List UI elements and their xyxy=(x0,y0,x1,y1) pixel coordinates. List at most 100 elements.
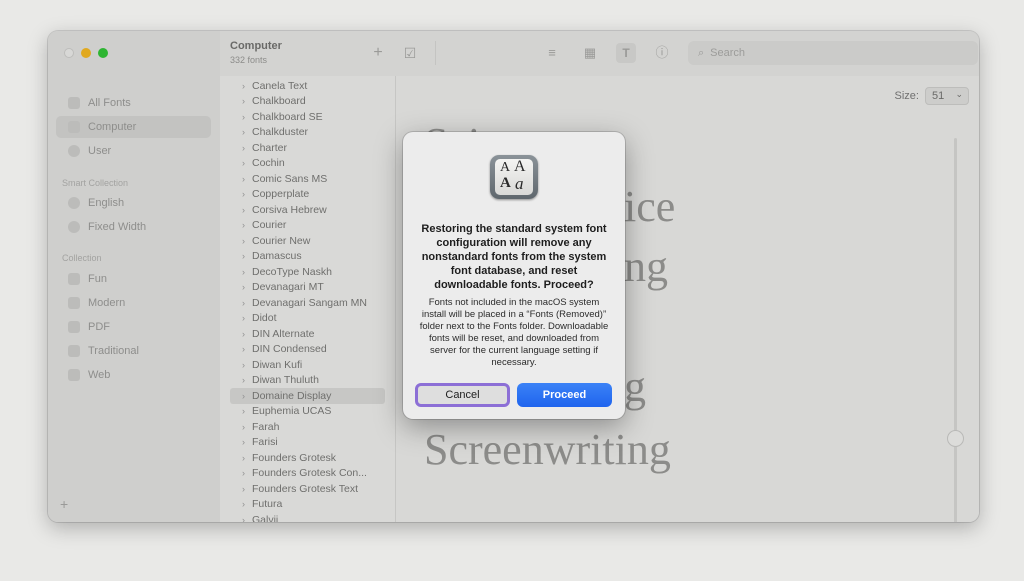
chevron-right-icon[interactable]: › xyxy=(242,375,252,385)
chevron-right-icon[interactable]: › xyxy=(242,422,252,432)
chevron-right-icon[interactable]: › xyxy=(242,81,252,91)
chevron-right-icon[interactable]: › xyxy=(242,499,252,509)
font-list-item[interactable]: › Comic Sans MS xyxy=(230,171,385,187)
toolbar-divider xyxy=(435,41,436,65)
font-list-item[interactable]: › DIN Condensed xyxy=(230,342,385,358)
chevron-right-icon[interactable]: › xyxy=(242,453,252,463)
validate-fonts-button[interactable]: ☑ xyxy=(400,43,420,63)
sample-view-icon[interactable]: T xyxy=(616,43,636,63)
font-list-item[interactable]: › Euphemia UCAS xyxy=(230,404,385,420)
font-list-item[interactable]: › Damascus xyxy=(230,249,385,265)
chevron-right-icon[interactable]: › xyxy=(242,298,252,308)
font-list-item[interactable]: › Diwan Kufi xyxy=(230,357,385,373)
chevron-right-icon[interactable]: › xyxy=(242,515,252,522)
sidebar-item-label: Fun xyxy=(88,273,107,285)
font-list-item[interactable]: › Corsiva Hebrew xyxy=(230,202,385,218)
font-list-item[interactable]: › Founders Grotesk xyxy=(230,450,385,466)
font-list-item[interactable]: › Founders Grotesk Text xyxy=(230,481,385,497)
chevron-right-icon[interactable]: › xyxy=(242,344,252,354)
font-book-app-icon: A A A a xyxy=(490,155,538,199)
proceed-button[interactable]: Proceed xyxy=(517,383,612,407)
chevron-right-icon[interactable]: › xyxy=(242,205,252,215)
chevron-right-icon[interactable]: › xyxy=(242,313,252,323)
dialog-informative-text: Fonts not included in the macOS system i… xyxy=(419,297,609,368)
sidebar-item-all-fonts[interactable]: All Fonts xyxy=(56,92,211,114)
sidebar-item-label: Fixed Width xyxy=(88,221,147,233)
font-list-item[interactable]: › Copperplate xyxy=(230,187,385,203)
chevron-right-icon[interactable]: › xyxy=(242,96,252,106)
font-list-item[interactable]: › Courier New xyxy=(230,233,385,249)
chevron-right-icon[interactable]: › xyxy=(242,251,252,261)
chevron-right-icon[interactable]: › xyxy=(242,282,252,292)
font-list-item[interactable]: › Futura xyxy=(230,497,385,513)
search-placeholder: Search xyxy=(710,47,746,59)
sidebar-item-traditional[interactable]: Traditional xyxy=(56,340,211,362)
chevron-right-icon[interactable]: › xyxy=(242,329,252,339)
font-count: 332 fonts xyxy=(230,55,268,65)
chevron-right-icon[interactable]: › xyxy=(242,158,252,168)
font-list-item[interactable]: › Chalkboard SE xyxy=(230,109,385,125)
font-family-name: Farah xyxy=(252,420,280,433)
zoom-window-button[interactable] xyxy=(98,48,108,58)
sidebar-item-modern[interactable]: Modern xyxy=(56,292,211,314)
cancel-button[interactable]: Cancel xyxy=(415,383,510,407)
font-list-item[interactable]: › Didot xyxy=(230,311,385,327)
font-family-name: Comic Sans MS xyxy=(252,172,328,185)
sidebar-item-fixed-width[interactable]: Fixed Width xyxy=(56,216,211,238)
sidebar-item-label: English xyxy=(88,197,125,209)
chevron-right-icon[interactable]: › xyxy=(242,267,252,277)
font-list-item[interactable]: › Devanagari MT xyxy=(230,280,385,296)
close-window-button[interactable] xyxy=(64,48,74,58)
font-family-name: Domaine Display xyxy=(252,389,332,402)
sidebar-item-fun[interactable]: Fun xyxy=(56,268,211,290)
font-family-name: DIN Alternate xyxy=(252,327,315,340)
sidebar-item-pdf[interactable]: PDF xyxy=(56,316,211,338)
font-family-name: Courier New xyxy=(252,234,311,247)
font-list-item[interactable]: › Founders Grotesk Con... xyxy=(230,466,385,482)
font-list-item[interactable]: › DIN Alternate xyxy=(230,326,385,342)
chevron-right-icon[interactable]: › xyxy=(242,236,252,246)
font-book-glyph-icon: A xyxy=(500,175,511,191)
size-select[interactable]: 51 ⌄ xyxy=(925,87,969,105)
minimize-window-button[interactable] xyxy=(81,48,91,58)
font-family-name: Chalkboard SE xyxy=(252,110,323,123)
sidebar-item-english[interactable]: English xyxy=(56,192,211,214)
grid-view-icon[interactable]: ▦ xyxy=(580,43,600,63)
font-list-item[interactable]: › Farisi xyxy=(230,435,385,451)
chevron-right-icon[interactable]: › xyxy=(242,189,252,199)
sidebar-item-web[interactable]: Web xyxy=(56,364,211,386)
chevron-right-icon[interactable]: › xyxy=(242,360,252,370)
font-list-item[interactable]: › Courier xyxy=(230,218,385,234)
font-list-item[interactable]: › Farah xyxy=(230,419,385,435)
chevron-right-icon[interactable]: › xyxy=(242,127,252,137)
chevron-right-icon[interactable]: › xyxy=(242,112,252,122)
info-icon[interactable]: ⓘ xyxy=(652,43,672,63)
chevron-right-icon[interactable]: › xyxy=(242,437,252,447)
chevron-right-icon[interactable]: › xyxy=(242,468,252,478)
font-list-item[interactable]: › Diwan Thuluth xyxy=(230,373,385,389)
chevron-right-icon[interactable]: › xyxy=(242,391,252,401)
add-font-button[interactable]: + xyxy=(368,43,388,63)
font-list-item[interactable]: › Cochin xyxy=(230,156,385,172)
font-list-item[interactable]: › Charter xyxy=(230,140,385,156)
size-slider-track[interactable] xyxy=(954,138,957,522)
font-list-item[interactable]: › Chalkduster xyxy=(230,125,385,141)
list-view-icon[interactable]: ≡ xyxy=(542,43,562,63)
sidebar-item-user[interactable]: User xyxy=(56,140,211,162)
chevron-right-icon[interactable]: › xyxy=(242,406,252,416)
chevron-right-icon[interactable]: › xyxy=(242,220,252,230)
font-list-item[interactable]: › Chalkboard xyxy=(230,94,385,110)
font-list-item[interactable]: › Galvji xyxy=(230,512,385,522)
add-collection-button[interactable]: + xyxy=(60,496,68,512)
sidebar-item-computer[interactable]: Computer xyxy=(56,116,211,138)
size-slider-knob[interactable] xyxy=(947,430,964,447)
font-list-item[interactable]: › Devanagari Sangam MN xyxy=(230,295,385,311)
font-list: › Canela Text › Chalkboard › Chalkboard SE › Ch… xyxy=(220,76,396,522)
font-list-item[interactable]: › Canela Text xyxy=(230,78,385,94)
chevron-right-icon[interactable]: › xyxy=(242,143,252,153)
font-list-item[interactable]: › Domaine Display xyxy=(230,388,385,404)
search-field[interactable]: ⌕ Search xyxy=(688,41,978,65)
chevron-right-icon[interactable]: › xyxy=(242,484,252,494)
font-list-item[interactable]: › DecoType Naskh xyxy=(230,264,385,280)
chevron-right-icon[interactable]: › xyxy=(242,174,252,184)
